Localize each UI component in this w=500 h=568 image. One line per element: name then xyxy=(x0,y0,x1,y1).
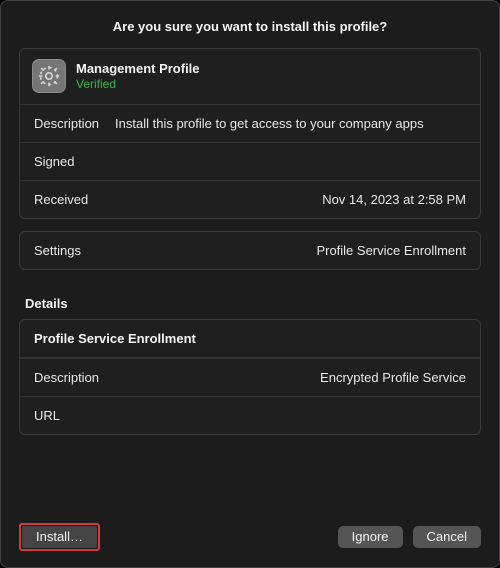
dialog-footer: Install… Ignore Cancel xyxy=(1,511,499,567)
details-url-label: URL xyxy=(34,408,60,423)
dialog-content: Management Profile Verified Description … xyxy=(1,48,499,511)
row-details-url: URL xyxy=(20,396,480,434)
description-label: Description xyxy=(34,116,99,131)
profile-header: Management Profile Verified xyxy=(20,49,480,104)
profile-status: Verified xyxy=(76,77,200,91)
row-settings: Settings Profile Service Enrollment xyxy=(20,232,480,269)
cancel-button[interactable]: Cancel xyxy=(413,526,481,548)
details-description-value: Encrypted Profile Service xyxy=(111,370,466,385)
settings-value: Profile Service Enrollment xyxy=(93,243,466,258)
details-heading: Details xyxy=(19,282,481,319)
profile-title-block: Management Profile Verified xyxy=(76,61,200,91)
row-details-description: Description Encrypted Profile Service xyxy=(20,358,480,396)
settings-card: Settings Profile Service Enrollment xyxy=(19,231,481,270)
received-label: Received xyxy=(34,192,88,207)
install-highlight: Install… xyxy=(19,523,100,551)
dialog-title: Are you sure you want to install this pr… xyxy=(1,1,499,48)
profile-card: Management Profile Verified Description … xyxy=(19,48,481,219)
profile-name: Management Profile xyxy=(76,61,200,76)
row-received: Received Nov 14, 2023 at 2:58 PM xyxy=(20,180,480,218)
gear-icon xyxy=(32,59,66,93)
row-signed: Signed xyxy=(20,142,480,180)
details-description-label: Description xyxy=(34,370,99,385)
settings-label: Settings xyxy=(34,243,81,258)
signed-label: Signed xyxy=(34,154,74,169)
details-card: Profile Service Enrollment Description E… xyxy=(19,319,481,435)
enrollment-title: Profile Service Enrollment xyxy=(20,320,480,358)
profile-install-dialog: Are you sure you want to install this pr… xyxy=(0,0,500,568)
received-value: Nov 14, 2023 at 2:58 PM xyxy=(100,192,466,207)
description-value: Install this profile to get access to yo… xyxy=(115,116,466,131)
install-button[interactable]: Install… xyxy=(22,526,97,548)
row-description: Description Install this profile to get … xyxy=(20,104,480,142)
ignore-button[interactable]: Ignore xyxy=(338,526,403,548)
